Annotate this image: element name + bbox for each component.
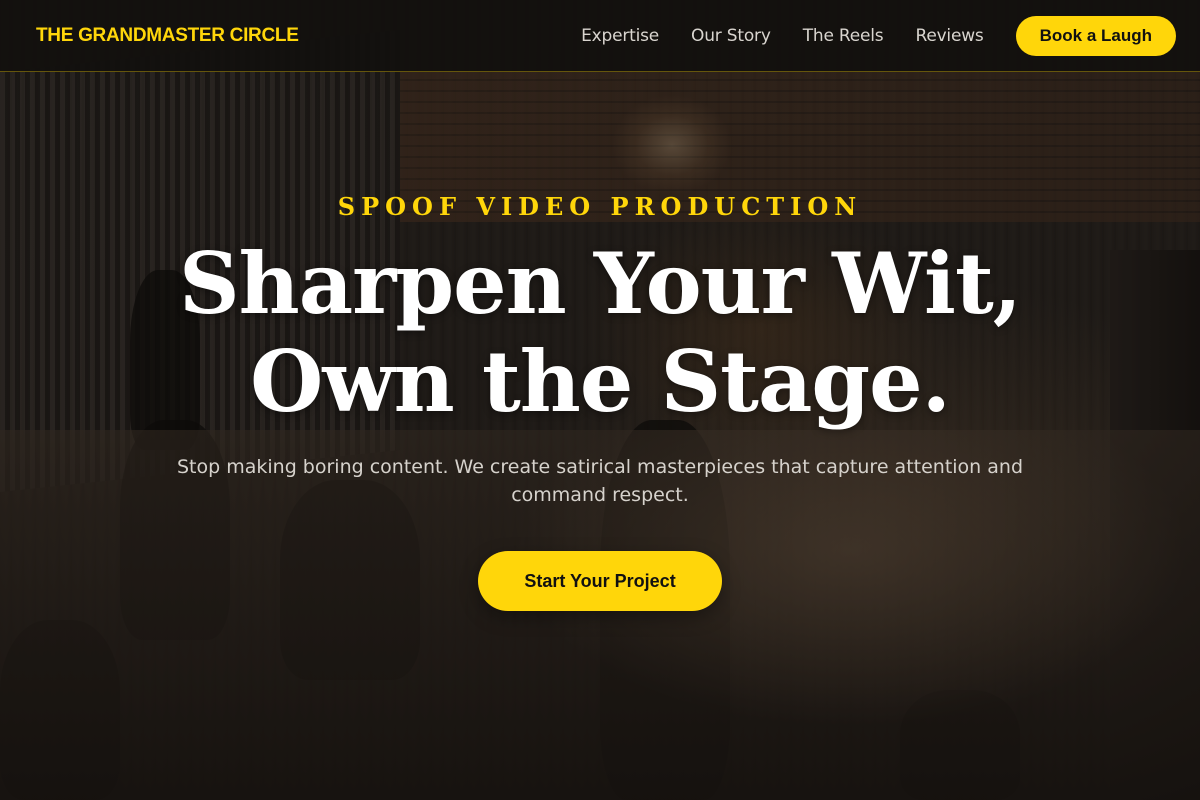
- hero-headline-line-1: Sharpen Your Wit,: [179, 234, 1022, 333]
- nav-link-expertise[interactable]: Expertise: [581, 26, 659, 46]
- hero-headline-line-2: Own the Stage.: [250, 332, 951, 431]
- book-a-laugh-button[interactable]: Book a Laugh: [1015, 15, 1176, 56]
- nav-link-reviews[interactable]: Reviews: [915, 26, 983, 46]
- hero-headline: Sharpen Your Wit, Own the Stage.: [179, 234, 1022, 431]
- hero-eyebrow: SPOOF VIDEO PRODUCTION: [337, 192, 863, 221]
- nav-link-the-reels[interactable]: The Reels: [803, 26, 884, 46]
- site-header: THE GRANDMASTER CIRCLE Expertise Our Sto…: [0, 0, 1200, 72]
- brand-logo-text[interactable]: THE GRANDMASTER CIRCLE: [36, 25, 299, 47]
- start-your-project-button[interactable]: Start Your Project: [478, 551, 722, 611]
- hero-subtext: Stop making boring content. We create sa…: [176, 456, 1024, 506]
- hero-section: SPOOF VIDEO PRODUCTION Sharpen Your Wit,…: [0, 72, 1200, 800]
- nav-link-our-story[interactable]: Our Story: [691, 26, 771, 46]
- main-nav: Expertise Our Story The Reels Reviews Bo…: [581, 15, 1176, 56]
